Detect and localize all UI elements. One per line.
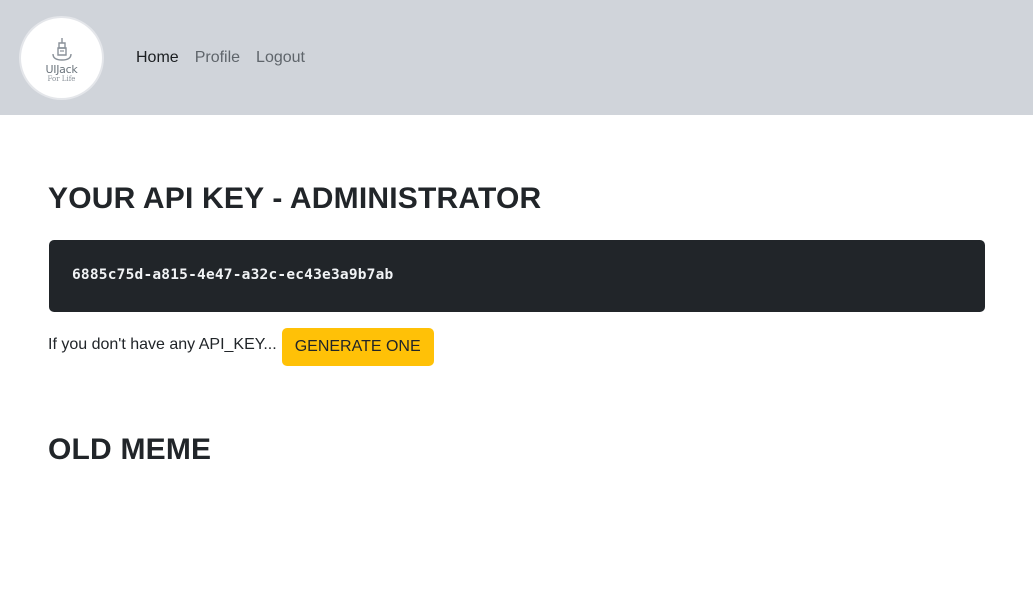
logo-text: UIJack: [45, 63, 78, 76]
generate-row: If you don't have any API_KEY... GENERAT…: [48, 328, 434, 366]
main-nav: Home Profile Logout: [136, 48, 305, 68]
nav-profile-link[interactable]: Profile: [195, 48, 240, 68]
api-key-box: 6885c75d-a815-4e47-a32c-ec43e3a9b7ab: [49, 240, 985, 312]
api-key-value[interactable]: 6885c75d-a815-4e47-a32c-ec43e3a9b7ab: [72, 266, 393, 284]
brand-logo[interactable]: UIJack For Life: [19, 16, 104, 100]
nav-home-link[interactable]: Home: [136, 48, 179, 68]
api-key-title: YOUR API KEY - ADMINISTRATOR: [48, 182, 542, 215]
nav-logout-link[interactable]: Logout: [256, 48, 305, 68]
jack-logo-icon: [51, 38, 72, 61]
generate-prompt-text: If you don't have any API_KEY...: [48, 336, 277, 353]
generate-one-button[interactable]: GENERATE ONE: [281, 328, 434, 366]
logo-subtext: For Life: [47, 75, 76, 83]
navbar: UIJack For Life Home Profile Logout: [0, 0, 1033, 115]
old-meme-heading: OLD MEME: [48, 433, 212, 466]
